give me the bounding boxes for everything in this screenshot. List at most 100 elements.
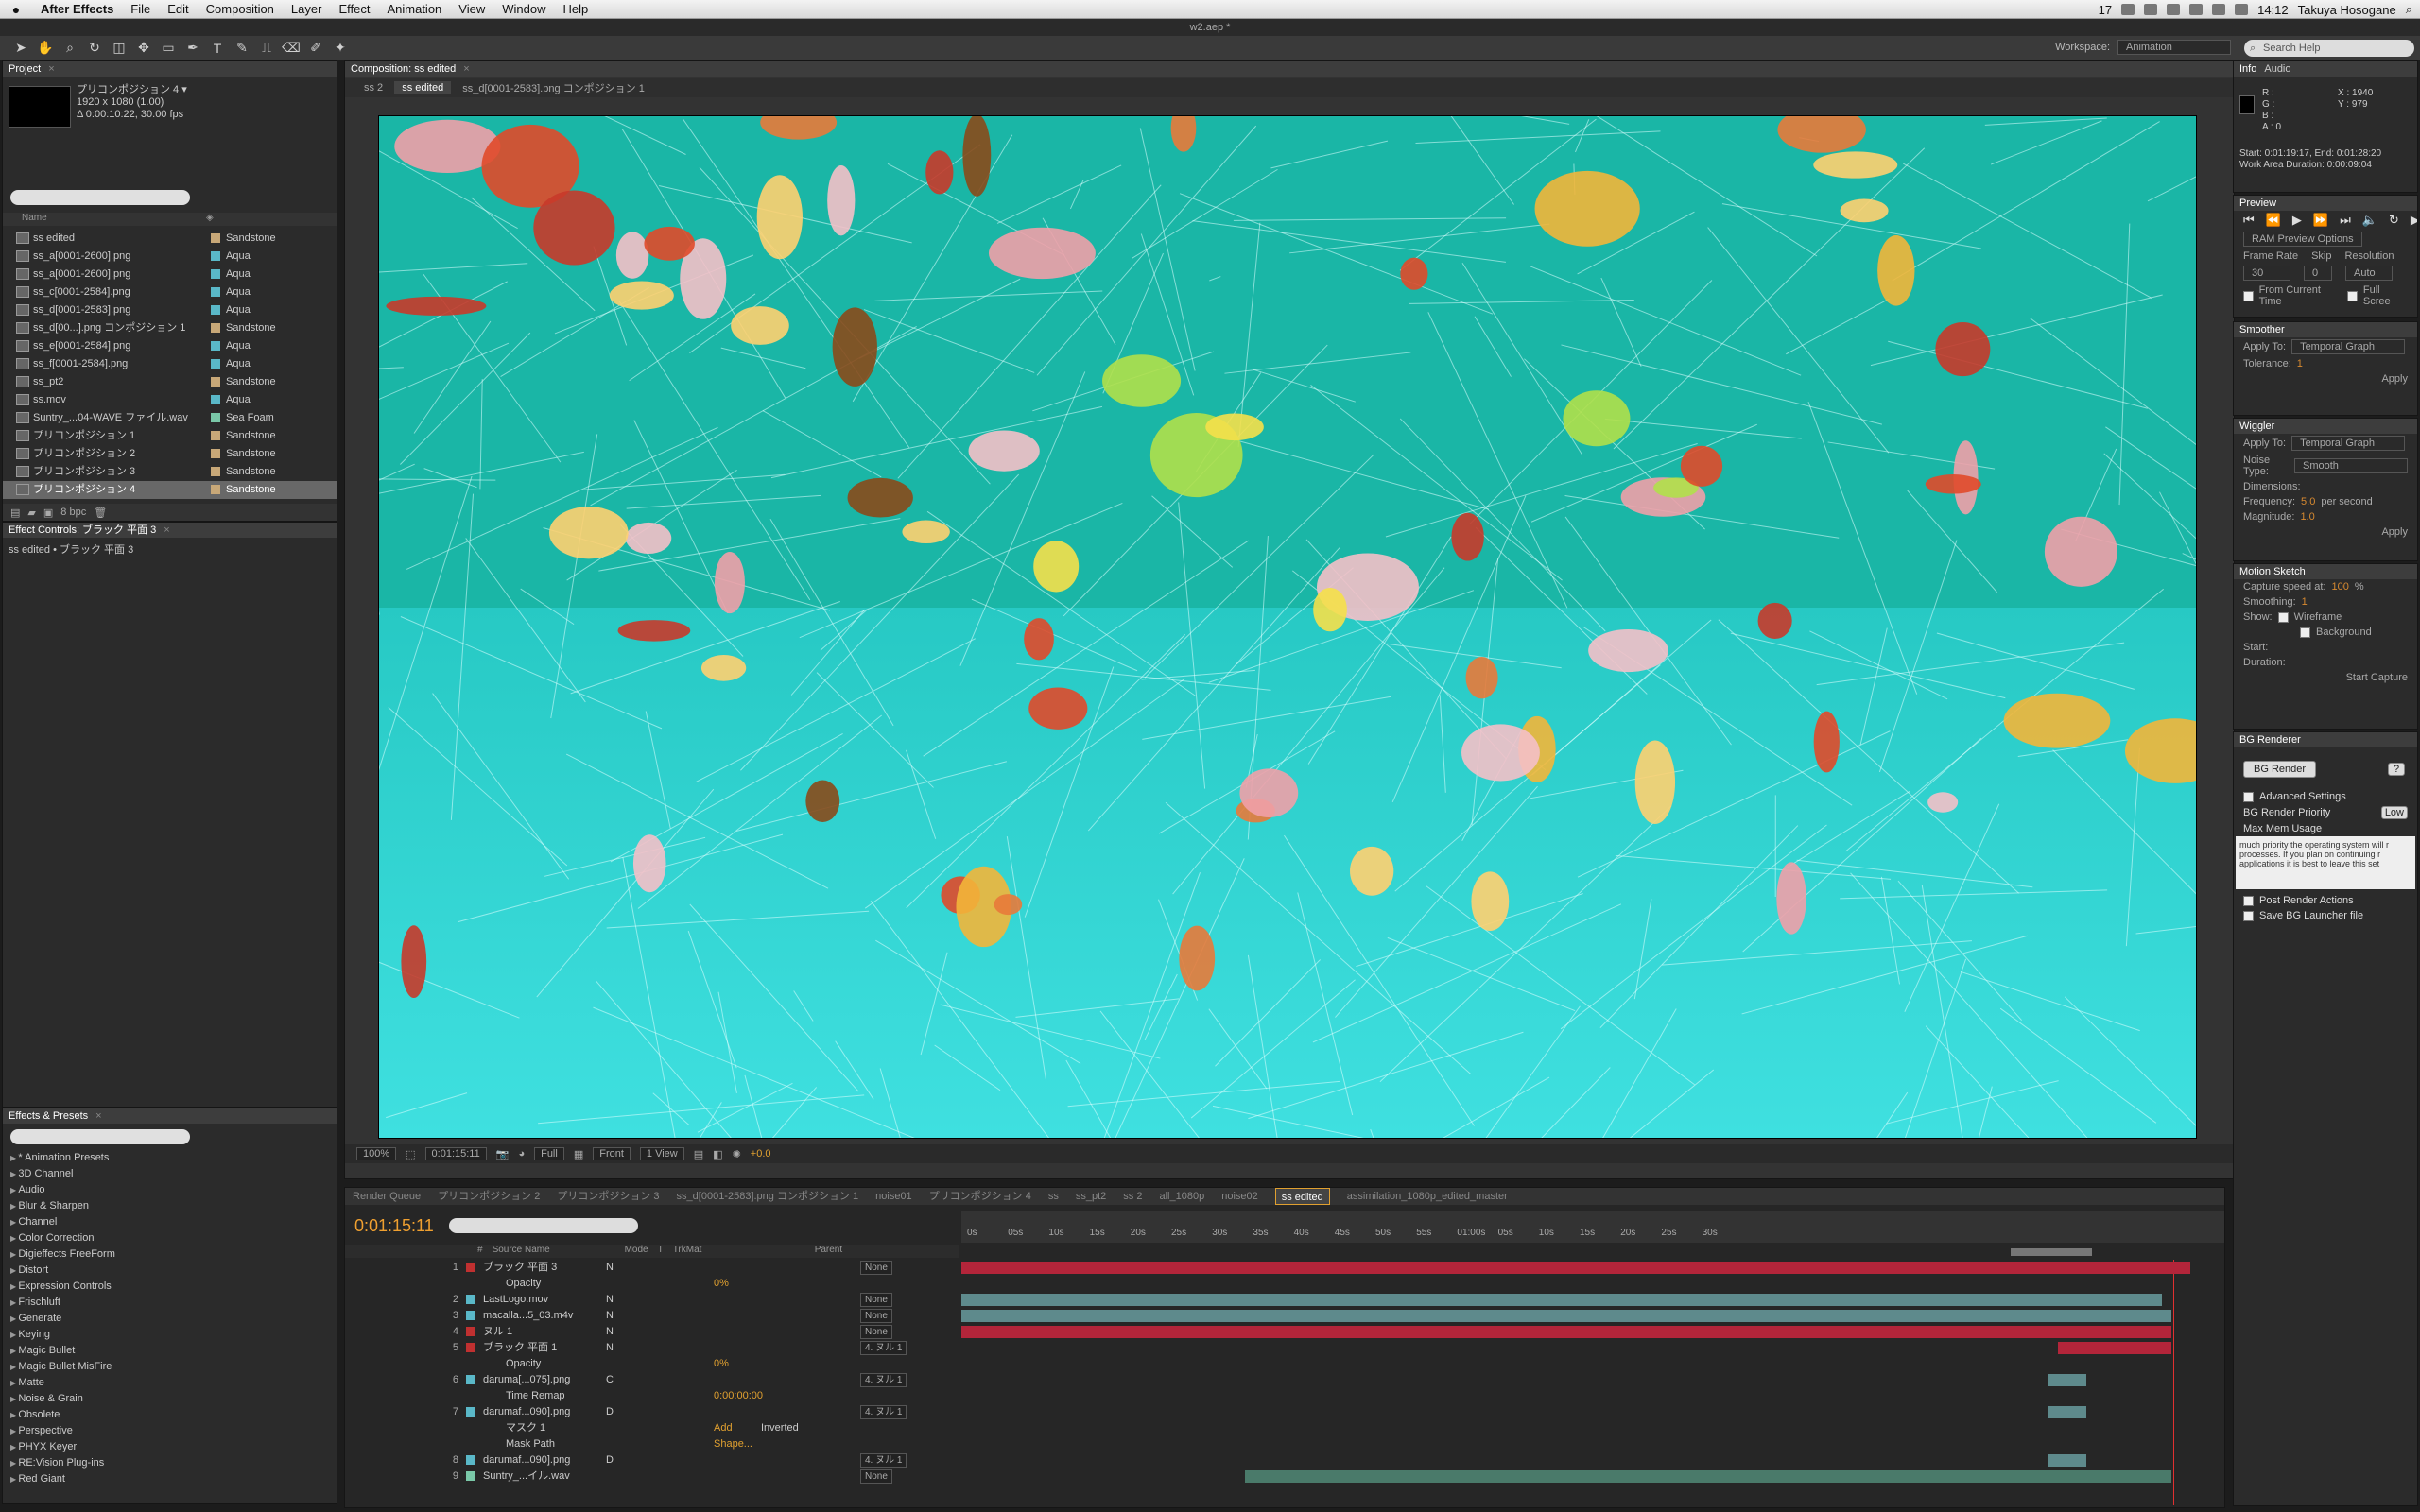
help-button[interactable]: ?: [2388, 763, 2406, 776]
delete-icon[interactable]: 🗑: [94, 507, 107, 519]
layer-mode[interactable]: N: [606, 1324, 634, 1340]
priority-dropdown[interactable]: Low: [2380, 806, 2408, 819]
loop-icon[interactable]: ↻: [2389, 213, 2399, 228]
label-swatch[interactable]: [211, 341, 220, 351]
project-item[interactable]: ss_a[0001-2600].png Aqua: [3, 248, 337, 266]
project-item[interactable]: プリコンポジション 2 Sandstone: [3, 445, 337, 463]
wiggler-apply-button[interactable]: Apply: [2381, 526, 2408, 538]
effects-category[interactable]: Color Correction: [3, 1230, 337, 1246]
menu-window[interactable]: Window: [493, 2, 554, 16]
project-item[interactable]: ss_c[0001-2584].png Aqua: [3, 284, 337, 301]
timeline-layer-row[interactable]: 5 ブラック 平面 1 N 4. ヌル 1: [345, 1340, 959, 1356]
camera-tool-icon[interactable]: ◫: [110, 39, 129, 58]
timeline-tab[interactable]: assimilation_1080p_edited_master: [1347, 1188, 1508, 1205]
search-help-input[interactable]: ⌕ Search Help: [2244, 40, 2414, 57]
next-frame-icon[interactable]: ⏩: [2313, 213, 2328, 228]
exposure-icon[interactable]: ✺: [733, 1148, 741, 1160]
label-swatch[interactable]: [211, 305, 220, 315]
label-swatch[interactable]: [211, 287, 220, 297]
layer-parent-dropdown[interactable]: None: [860, 1261, 892, 1275]
effects-category[interactable]: Noise & Grain: [3, 1391, 337, 1407]
effects-category[interactable]: Expression Controls: [3, 1279, 337, 1295]
property-value[interactable]: Shape...: [714, 1436, 752, 1452]
layer-parent-dropdown[interactable]: None: [860, 1293, 892, 1307]
timeline-layer-row[interactable]: 8 darumaf...090].png D 4. ヌル 1: [345, 1452, 959, 1469]
workspace-dropdown[interactable]: Animation: [2118, 40, 2231, 55]
project-item[interactable]: ss_e[0001-2584].png Aqua: [3, 337, 337, 355]
label-swatch[interactable]: [211, 467, 220, 476]
wifi-icon[interactable]: [2189, 4, 2204, 15]
layer-name[interactable]: ブラック 平面 1: [483, 1340, 606, 1356]
timeline-tab[interactable]: Render Queue: [353, 1188, 421, 1205]
property-value[interactable]: Add: [714, 1420, 733, 1436]
timeline-tab[interactable]: プリコンポジション 4: [929, 1188, 1031, 1205]
first-frame-icon[interactable]: ⏮: [2243, 213, 2255, 228]
layer-mode[interactable]: D: [606, 1404, 634, 1420]
breadcrumb-item-active[interactable]: ss edited: [394, 81, 452, 94]
frame-rate-dropdown[interactable]: 30: [2243, 266, 2290, 281]
effects-category[interactable]: Distort: [3, 1263, 337, 1279]
current-time[interactable]: 0:01:15:11: [424, 1147, 487, 1160]
timeline-tab[interactable]: noise02: [1221, 1188, 1258, 1205]
layer-parent-dropdown[interactable]: 4. ヌル 1: [860, 1453, 908, 1468]
timeline-tab[interactable]: ss 2: [1123, 1188, 1142, 1205]
timeline-tab[interactable]: ss_d[0001-2583].png コンポジション 1: [677, 1188, 859, 1205]
text-tool-icon[interactable]: T: [208, 39, 227, 58]
layer-duration-bar[interactable]: [2048, 1406, 2086, 1418]
layer-name[interactable]: LastLogo.mov: [483, 1292, 606, 1308]
menu-layer[interactable]: Layer: [283, 2, 331, 16]
project-item[interactable]: ss_pt2 Sandstone: [3, 373, 337, 391]
last-frame-icon[interactable]: ⏭: [2340, 213, 2351, 228]
property-value[interactable]: 0%: [714, 1276, 729, 1292]
layer-name[interactable]: darumaf...090].png: [483, 1404, 606, 1420]
effects-category[interactable]: Keying: [3, 1327, 337, 1343]
smoother-tab[interactable]: Smoother: [2234, 322, 2417, 337]
effects-presets-tab[interactable]: Effects & Presets ×: [3, 1108, 337, 1124]
zoom-tool-icon[interactable]: ⌕: [60, 39, 79, 58]
menu-file[interactable]: File: [122, 2, 159, 16]
apply-to-dropdown[interactable]: Temporal Graph: [2291, 436, 2406, 451]
effects-category[interactable]: Magic Bullet MisFire: [3, 1359, 337, 1375]
close-icon[interactable]: ×: [164, 523, 169, 538]
layer-label-color[interactable]: [466, 1295, 475, 1304]
new-folder-icon[interactable]: ▰: [27, 507, 35, 519]
post-actions-checkbox[interactable]: [2243, 895, 2254, 906]
ram-preview-options-dropdown[interactable]: RAM Preview Options: [2243, 232, 2362, 247]
layer-mode[interactable]: N: [606, 1308, 634, 1324]
property-value[interactable]: 0:00:00:00: [714, 1388, 763, 1404]
timeline-tab[interactable]: ss_pt2: [1076, 1188, 1106, 1205]
from-current-checkbox[interactable]: [2243, 290, 2254, 301]
layer-property-row[interactable]: Mask Path Shape...: [345, 1436, 959, 1452]
eraser-tool-icon[interactable]: ⌫: [282, 39, 301, 58]
rotate-tool-icon[interactable]: ↻: [85, 39, 104, 58]
background-checkbox[interactable]: [2300, 627, 2310, 638]
clock[interactable]: 14:12: [2257, 3, 2289, 17]
timeline-tab[interactable]: ss: [1048, 1188, 1059, 1205]
timeline-layer-row[interactable]: 4 ヌル 1 N None: [345, 1324, 959, 1340]
layer-parent-dropdown[interactable]: 4. ヌル 1: [860, 1405, 908, 1419]
tab-info[interactable]: Info: [2239, 61, 2256, 77]
brush-tool-icon[interactable]: ✎: [233, 39, 251, 58]
timeline-current-time[interactable]: 0:01:15:11: [354, 1216, 434, 1236]
pen-tool-icon[interactable]: ✒: [183, 39, 202, 58]
full-screen-checkbox[interactable]: [2347, 290, 2358, 301]
timeline-tab[interactable]: ss edited: [1274, 1188, 1330, 1205]
audio-icon[interactable]: 🔈: [2362, 213, 2377, 228]
label-swatch[interactable]: [211, 377, 220, 387]
project-item[interactable]: ss_a[0001-2600].png Aqua: [3, 266, 337, 284]
calendar-count[interactable]: 17: [2099, 3, 2112, 17]
resolution-dropdown[interactable]: Full: [534, 1147, 564, 1160]
label-swatch[interactable]: [211, 413, 220, 422]
toggle-pixel-aspect-icon[interactable]: ▤: [694, 1148, 703, 1160]
layer-mode[interactable]: N: [606, 1292, 634, 1308]
timeline-tab[interactable]: noise01: [875, 1188, 912, 1205]
menu-help[interactable]: Help: [554, 2, 596, 16]
interpret-footage-icon[interactable]: ▤: [10, 507, 20, 519]
timeline-layer-row[interactable]: 7 darumaf...090].png D 4. ヌル 1: [345, 1404, 959, 1420]
selected-item-name[interactable]: プリコンポジション 4 ▾: [77, 84, 187, 96]
effects-category[interactable]: Channel: [3, 1214, 337, 1230]
layer-duration-bar[interactable]: [2058, 1342, 2171, 1354]
layer-name[interactable]: darumaf...090].png: [483, 1452, 606, 1469]
project-item[interactable]: プリコンポジション 3 Sandstone: [3, 463, 337, 481]
layer-mode[interactable]: C: [606, 1372, 634, 1388]
